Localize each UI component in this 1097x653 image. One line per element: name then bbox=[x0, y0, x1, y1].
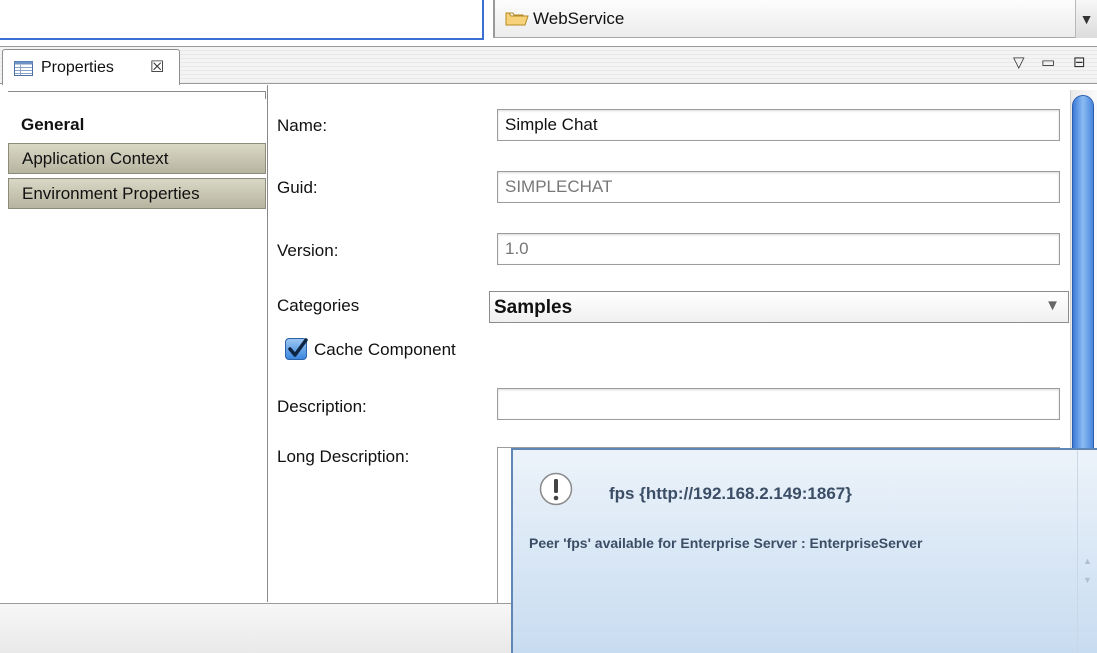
categories-select[interactable]: Samples ▼ bbox=[489, 291, 1069, 323]
close-icon[interactable]: ☒ bbox=[150, 57, 164, 77]
top-strip: WebService ▼ bbox=[0, 0, 1097, 42]
guid-field[interactable] bbox=[497, 171, 1060, 203]
folder-icon bbox=[505, 12, 529, 26]
chevron-down-icon[interactable]: ▼ bbox=[1075, 0, 1097, 38]
cache-component-checkbox[interactable] bbox=[285, 338, 308, 360]
version-field[interactable] bbox=[497, 233, 1060, 265]
description-field[interactable] bbox=[497, 388, 1060, 420]
section-environment-properties[interactable]: Environment Properties bbox=[8, 178, 266, 209]
notification-scrollbar[interactable]: ▲ ▼ bbox=[1077, 450, 1097, 653]
tab-properties[interactable]: Properties ☒ bbox=[2, 49, 180, 85]
section-application-context[interactable]: Application Context bbox=[8, 143, 266, 174]
tab-properties-label: Properties bbox=[41, 59, 114, 76]
peer-notification-popup[interactable]: fps {http://192.168.2.149:1867} Peer 'fp… bbox=[511, 448, 1097, 653]
section-list-divider bbox=[8, 91, 266, 99]
chevron-down-icon: ▼ bbox=[1045, 297, 1060, 314]
long-description-label: Long Description: bbox=[277, 447, 410, 466]
checkmark-icon bbox=[288, 338, 308, 357]
categories-value: Samples bbox=[494, 297, 573, 318]
categories-label: Categories bbox=[277, 296, 360, 315]
notification-message: Peer 'fps' available for Enterprise Serv… bbox=[529, 535, 923, 551]
view-menu-icon[interactable]: ▽ bbox=[1013, 53, 1025, 71]
view-tab-bar: Properties ☒ ▽ ▭ ⊟ bbox=[0, 46, 1097, 85]
cache-component-label: Cache Component bbox=[314, 340, 456, 359]
exclamation-icon bbox=[539, 472, 573, 506]
section-general[interactable]: General bbox=[8, 110, 266, 141]
maximize-icon[interactable]: ⊟ bbox=[1073, 53, 1086, 71]
section-list: General Application Context Environment … bbox=[0, 85, 268, 602]
guid-label: Guid: bbox=[277, 178, 318, 197]
project-combo-value: WebService bbox=[533, 9, 625, 28]
project-combo[interactable]: WebService ▼ bbox=[493, 0, 1097, 38]
name-label: Name: bbox=[277, 116, 328, 135]
version-label: Version: bbox=[277, 241, 339, 260]
notification-title: fps {http://192.168.2.149:1867} bbox=[609, 484, 852, 503]
minimize-icon[interactable]: ▭ bbox=[1041, 53, 1055, 71]
scroll-up-icon[interactable]: ▲ bbox=[1083, 556, 1092, 566]
scroll-down-icon[interactable]: ▼ bbox=[1083, 575, 1092, 585]
description-label: Description: bbox=[277, 397, 367, 416]
editor-area-edge bbox=[0, 0, 484, 40]
name-field[interactable] bbox=[497, 109, 1060, 141]
properties-table-icon bbox=[14, 61, 33, 76]
